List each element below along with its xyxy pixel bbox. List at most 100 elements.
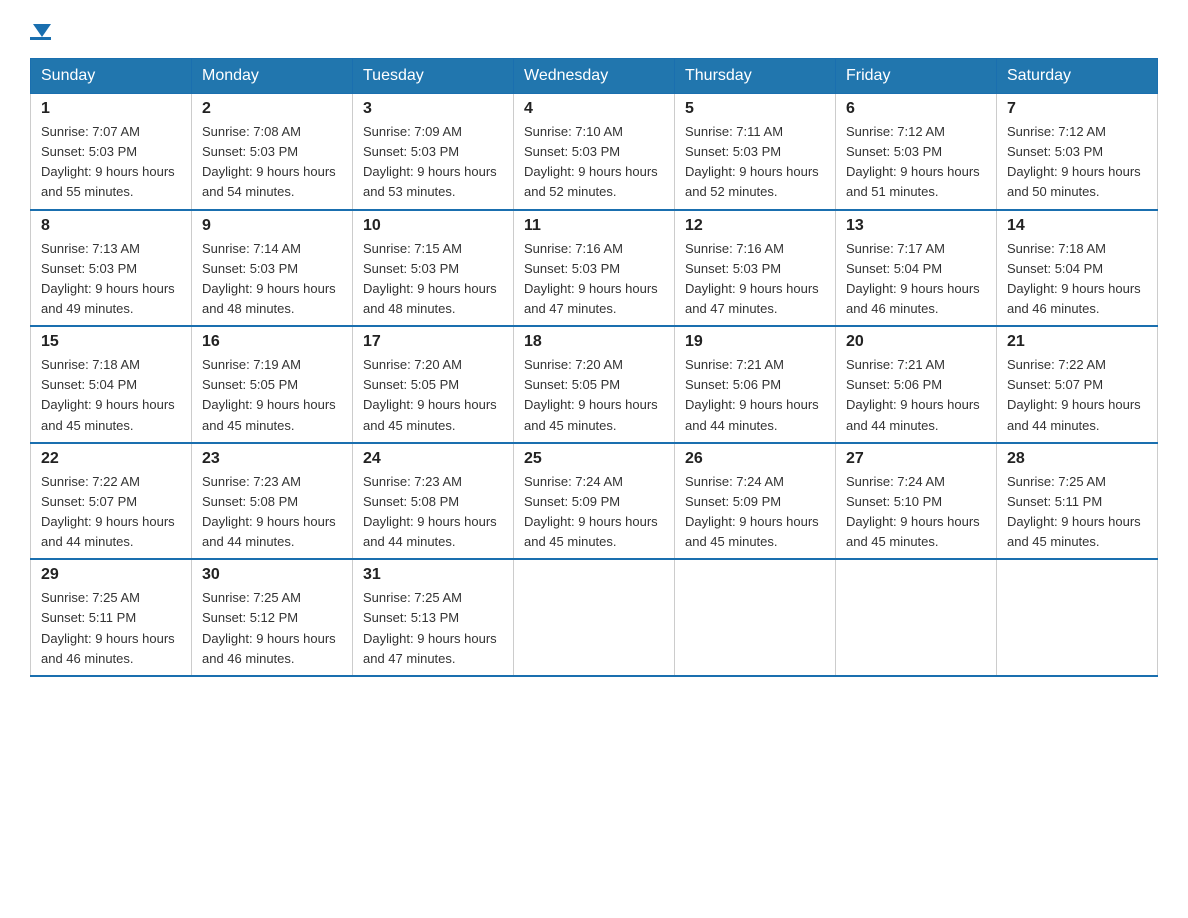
calendar-cell: 21 Sunrise: 7:22 AM Sunset: 5:07 PM Dayl… bbox=[997, 326, 1158, 443]
calendar-week-row: 8 Sunrise: 7:13 AM Sunset: 5:03 PM Dayli… bbox=[31, 210, 1158, 327]
calendar-table: SundayMondayTuesdayWednesdayThursdayFrid… bbox=[30, 58, 1158, 677]
day-info: Sunrise: 7:25 AM Sunset: 5:11 PM Dayligh… bbox=[41, 588, 181, 669]
calendar-cell bbox=[836, 559, 997, 676]
calendar-cell: 20 Sunrise: 7:21 AM Sunset: 5:06 PM Dayl… bbox=[836, 326, 997, 443]
day-info: Sunrise: 7:25 AM Sunset: 5:12 PM Dayligh… bbox=[202, 588, 342, 669]
calendar-week-row: 29 Sunrise: 7:25 AM Sunset: 5:11 PM Dayl… bbox=[31, 559, 1158, 676]
calendar-cell: 9 Sunrise: 7:14 AM Sunset: 5:03 PM Dayli… bbox=[192, 210, 353, 327]
day-number: 26 bbox=[685, 450, 825, 468]
day-header-monday: Monday bbox=[192, 59, 353, 94]
day-number: 12 bbox=[685, 217, 825, 235]
calendar-cell: 6 Sunrise: 7:12 AM Sunset: 5:03 PM Dayli… bbox=[836, 94, 997, 210]
day-info: Sunrise: 7:11 AM Sunset: 5:03 PM Dayligh… bbox=[685, 122, 825, 203]
day-header-thursday: Thursday bbox=[675, 59, 836, 94]
calendar-cell: 8 Sunrise: 7:13 AM Sunset: 5:03 PM Dayli… bbox=[31, 210, 192, 327]
day-info: Sunrise: 7:15 AM Sunset: 5:03 PM Dayligh… bbox=[363, 239, 503, 320]
day-info: Sunrise: 7:24 AM Sunset: 5:10 PM Dayligh… bbox=[846, 472, 986, 553]
day-info: Sunrise: 7:16 AM Sunset: 5:03 PM Dayligh… bbox=[685, 239, 825, 320]
day-info: Sunrise: 7:18 AM Sunset: 5:04 PM Dayligh… bbox=[41, 355, 181, 436]
calendar-cell bbox=[675, 559, 836, 676]
calendar-week-row: 15 Sunrise: 7:18 AM Sunset: 5:04 PM Dayl… bbox=[31, 326, 1158, 443]
calendar-cell: 25 Sunrise: 7:24 AM Sunset: 5:09 PM Dayl… bbox=[514, 443, 675, 560]
day-info: Sunrise: 7:12 AM Sunset: 5:03 PM Dayligh… bbox=[846, 122, 986, 203]
day-number: 3 bbox=[363, 100, 503, 118]
day-info: Sunrise: 7:20 AM Sunset: 5:05 PM Dayligh… bbox=[524, 355, 664, 436]
day-number: 10 bbox=[363, 217, 503, 235]
calendar-cell: 30 Sunrise: 7:25 AM Sunset: 5:12 PM Dayl… bbox=[192, 559, 353, 676]
calendar-cell: 4 Sunrise: 7:10 AM Sunset: 5:03 PM Dayli… bbox=[514, 94, 675, 210]
day-info: Sunrise: 7:12 AM Sunset: 5:03 PM Dayligh… bbox=[1007, 122, 1147, 203]
calendar-cell: 12 Sunrise: 7:16 AM Sunset: 5:03 PM Dayl… bbox=[675, 210, 836, 327]
day-info: Sunrise: 7:25 AM Sunset: 5:13 PM Dayligh… bbox=[363, 588, 503, 669]
calendar-cell: 16 Sunrise: 7:19 AM Sunset: 5:05 PM Dayl… bbox=[192, 326, 353, 443]
day-info: Sunrise: 7:20 AM Sunset: 5:05 PM Dayligh… bbox=[363, 355, 503, 436]
day-number: 5 bbox=[685, 100, 825, 118]
day-number: 29 bbox=[41, 566, 181, 584]
calendar-week-row: 1 Sunrise: 7:07 AM Sunset: 5:03 PM Dayli… bbox=[31, 94, 1158, 210]
calendar-cell: 15 Sunrise: 7:18 AM Sunset: 5:04 PM Dayl… bbox=[31, 326, 192, 443]
calendar-cell: 26 Sunrise: 7:24 AM Sunset: 5:09 PM Dayl… bbox=[675, 443, 836, 560]
calendar-cell: 18 Sunrise: 7:20 AM Sunset: 5:05 PM Dayl… bbox=[514, 326, 675, 443]
calendar-cell: 17 Sunrise: 7:20 AM Sunset: 5:05 PM Dayl… bbox=[353, 326, 514, 443]
day-info: Sunrise: 7:09 AM Sunset: 5:03 PM Dayligh… bbox=[363, 122, 503, 203]
day-number: 1 bbox=[41, 100, 181, 118]
logo-line bbox=[30, 37, 51, 40]
logo bbox=[30, 20, 51, 40]
day-header-saturday: Saturday bbox=[997, 59, 1158, 94]
day-number: 28 bbox=[1007, 450, 1147, 468]
day-number: 20 bbox=[846, 333, 986, 351]
calendar-cell: 28 Sunrise: 7:25 AM Sunset: 5:11 PM Dayl… bbox=[997, 443, 1158, 560]
day-number: 15 bbox=[41, 333, 181, 351]
day-header-sunday: Sunday bbox=[31, 59, 192, 94]
day-info: Sunrise: 7:24 AM Sunset: 5:09 PM Dayligh… bbox=[685, 472, 825, 553]
day-info: Sunrise: 7:17 AM Sunset: 5:04 PM Dayligh… bbox=[846, 239, 986, 320]
calendar-cell: 3 Sunrise: 7:09 AM Sunset: 5:03 PM Dayli… bbox=[353, 94, 514, 210]
day-number: 30 bbox=[202, 566, 342, 584]
calendar-header-row: SundayMondayTuesdayWednesdayThursdayFrid… bbox=[31, 59, 1158, 94]
day-number: 21 bbox=[1007, 333, 1147, 351]
calendar-cell: 7 Sunrise: 7:12 AM Sunset: 5:03 PM Dayli… bbox=[997, 94, 1158, 210]
day-info: Sunrise: 7:07 AM Sunset: 5:03 PM Dayligh… bbox=[41, 122, 181, 203]
day-info: Sunrise: 7:23 AM Sunset: 5:08 PM Dayligh… bbox=[202, 472, 342, 553]
day-header-friday: Friday bbox=[836, 59, 997, 94]
day-number: 24 bbox=[363, 450, 503, 468]
day-number: 27 bbox=[846, 450, 986, 468]
day-info: Sunrise: 7:10 AM Sunset: 5:03 PM Dayligh… bbox=[524, 122, 664, 203]
day-info: Sunrise: 7:24 AM Sunset: 5:09 PM Dayligh… bbox=[524, 472, 664, 553]
day-number: 22 bbox=[41, 450, 181, 468]
calendar-cell: 13 Sunrise: 7:17 AM Sunset: 5:04 PM Dayl… bbox=[836, 210, 997, 327]
day-number: 2 bbox=[202, 100, 342, 118]
day-info: Sunrise: 7:14 AM Sunset: 5:03 PM Dayligh… bbox=[202, 239, 342, 320]
calendar-cell: 19 Sunrise: 7:21 AM Sunset: 5:06 PM Dayl… bbox=[675, 326, 836, 443]
page-header bbox=[30, 20, 1158, 40]
day-number: 6 bbox=[846, 100, 986, 118]
day-number: 4 bbox=[524, 100, 664, 118]
day-number: 23 bbox=[202, 450, 342, 468]
day-number: 25 bbox=[524, 450, 664, 468]
calendar-cell: 1 Sunrise: 7:07 AM Sunset: 5:03 PM Dayli… bbox=[31, 94, 192, 210]
calendar-cell: 23 Sunrise: 7:23 AM Sunset: 5:08 PM Dayl… bbox=[192, 443, 353, 560]
calendar-cell: 31 Sunrise: 7:25 AM Sunset: 5:13 PM Dayl… bbox=[353, 559, 514, 676]
calendar-cell: 5 Sunrise: 7:11 AM Sunset: 5:03 PM Dayli… bbox=[675, 94, 836, 210]
day-info: Sunrise: 7:18 AM Sunset: 5:04 PM Dayligh… bbox=[1007, 239, 1147, 320]
day-info: Sunrise: 7:21 AM Sunset: 5:06 PM Dayligh… bbox=[685, 355, 825, 436]
calendar-cell: 14 Sunrise: 7:18 AM Sunset: 5:04 PM Dayl… bbox=[997, 210, 1158, 327]
calendar-cell: 11 Sunrise: 7:16 AM Sunset: 5:03 PM Dayl… bbox=[514, 210, 675, 327]
day-info: Sunrise: 7:13 AM Sunset: 5:03 PM Dayligh… bbox=[41, 239, 181, 320]
day-number: 13 bbox=[846, 217, 986, 235]
day-number: 8 bbox=[41, 217, 181, 235]
calendar-cell: 22 Sunrise: 7:22 AM Sunset: 5:07 PM Dayl… bbox=[31, 443, 192, 560]
day-number: 9 bbox=[202, 217, 342, 235]
day-number: 14 bbox=[1007, 217, 1147, 235]
calendar-cell: 24 Sunrise: 7:23 AM Sunset: 5:08 PM Dayl… bbox=[353, 443, 514, 560]
logo-triangle-icon bbox=[33, 24, 51, 37]
calendar-cell: 10 Sunrise: 7:15 AM Sunset: 5:03 PM Dayl… bbox=[353, 210, 514, 327]
day-number: 11 bbox=[524, 217, 664, 235]
day-header-wednesday: Wednesday bbox=[514, 59, 675, 94]
day-info: Sunrise: 7:21 AM Sunset: 5:06 PM Dayligh… bbox=[846, 355, 986, 436]
day-number: 7 bbox=[1007, 100, 1147, 118]
calendar-cell: 2 Sunrise: 7:08 AM Sunset: 5:03 PM Dayli… bbox=[192, 94, 353, 210]
day-number: 19 bbox=[685, 333, 825, 351]
calendar-cell bbox=[997, 559, 1158, 676]
day-header-tuesday: Tuesday bbox=[353, 59, 514, 94]
